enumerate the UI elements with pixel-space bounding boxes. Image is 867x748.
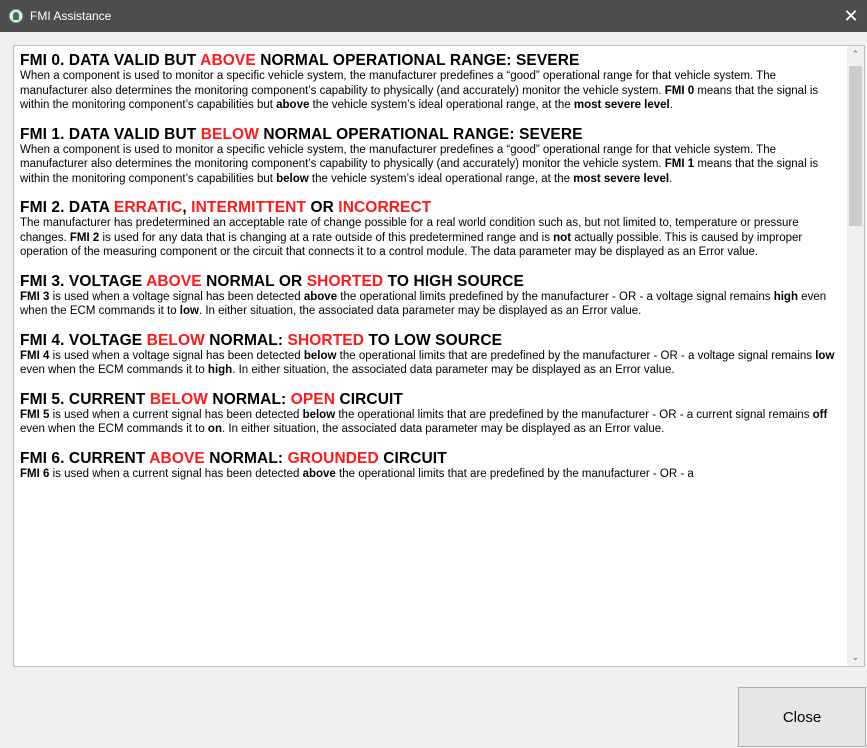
fmi-description: FMI 3 is used when a voltage signal has … [20, 290, 827, 318]
fmi-description: FMI 5 is used when a current signal has … [20, 408, 828, 436]
fmi-section: FMI 5. CURRENT BELOW NORMAL: OPEN CIRCUI… [20, 391, 846, 437]
fmi-section: FMI 4. VOLTAGE BELOW NORMAL: SHORTED TO … [20, 332, 846, 378]
fmi-description: FMI 4 is used when a voltage signal has … [20, 349, 835, 377]
fmi-heading: FMI 6. CURRENT ABOVE NORMAL: GROUNDED CI… [20, 449, 447, 467]
title-bar: FMI Assistance ✕ [0, 0, 867, 32]
fmi-description: The manufacturer has predetermined an ac… [20, 217, 803, 258]
help-text-content: FMI 0. DATA VALID BUT ABOVE NORMAL OPERA… [20, 52, 846, 666]
scroll-down-icon[interactable]: ⌄ [847, 649, 864, 666]
fmi-section: FMI 3. VOLTAGE ABOVE NORMAL OR SHORTED T… [20, 273, 846, 319]
scrollbar-thumb[interactable] [849, 66, 862, 226]
scroll-up-icon[interactable]: ⌃ [847, 46, 864, 63]
fmi-heading: FMI 0. DATA VALID BUT ABOVE NORMAL OPERA… [20, 52, 580, 69]
fmi-heading: FMI 1. DATA VALID BUT BELOW NORMAL OPERA… [20, 125, 583, 143]
close-button[interactable]: Close [738, 687, 866, 747]
fmi-description: FMI 6 is used when a current signal has … [20, 467, 694, 480]
window-close-icon[interactable]: ✕ [837, 2, 865, 30]
app-icon [9, 9, 23, 23]
fmi-section: FMI 0. DATA VALID BUT ABOVE NORMAL OPERA… [20, 52, 846, 113]
vertical-scrollbar[interactable]: ⌃ ⌄ [847, 46, 864, 666]
fmi-description: When a component is used to monitor a sp… [20, 70, 819, 111]
fmi-heading: FMI 5. CURRENT BELOW NORMAL: OPEN CIRCUI… [20, 390, 403, 408]
window-title: FMI Assistance [30, 9, 112, 23]
fmi-description: When a component is used to monitor a sp… [20, 143, 819, 185]
fmi-heading: FMI 2. DATA ERRATIC, INTERMITTENT OR INC… [20, 199, 432, 216]
fmi-section: FMI 6. CURRENT ABOVE NORMAL: GROUNDED CI… [20, 450, 846, 482]
help-text-panel[interactable]: FMI 0. DATA VALID BUT ABOVE NORMAL OPERA… [13, 45, 865, 667]
fmi-section: FMI 1. DATA VALID BUT BELOW NORMAL OPERA… [20, 126, 846, 187]
fmi-section: FMI 2. DATA ERRATIC, INTERMITTENT OR INC… [20, 199, 846, 260]
fmi-heading: FMI 3. VOLTAGE ABOVE NORMAL OR SHORTED T… [20, 272, 524, 290]
fmi-heading: FMI 4. VOLTAGE BELOW NORMAL: SHORTED TO … [20, 331, 503, 349]
